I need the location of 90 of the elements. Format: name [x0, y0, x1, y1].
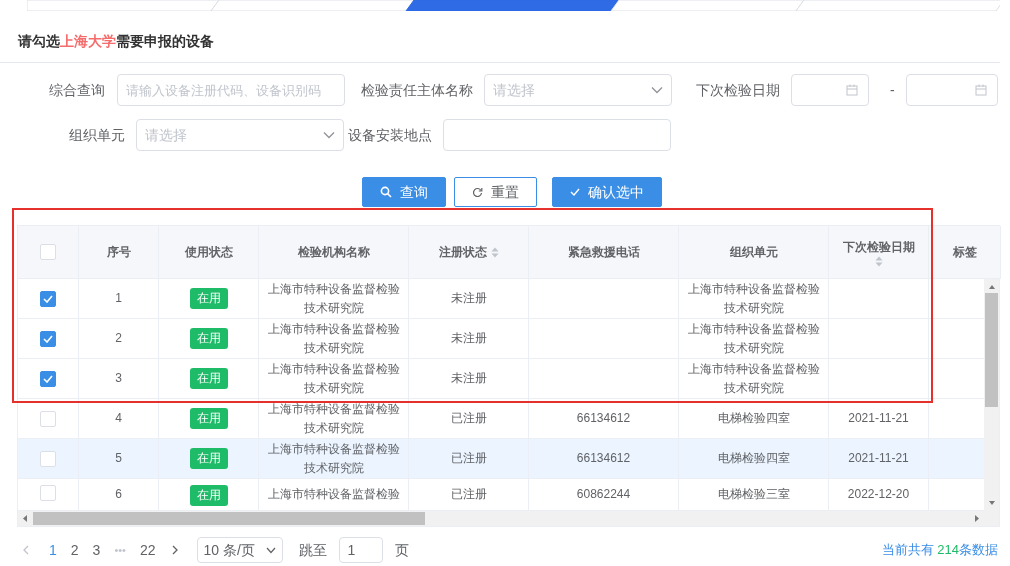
checkbox[interactable]	[40, 370, 56, 387]
table-cell: 上海市特种设备监督检验技术研究院	[259, 319, 409, 359]
chevron-down-icon	[265, 546, 276, 554]
table-cell: 上海市特种设备监督检验技术研究院	[679, 319, 829, 359]
page-number-field[interactable]: 1	[338, 537, 383, 563]
range-separator: -	[890, 80, 895, 100]
table-row[interactable]: 2 在用 上海市特种设备监督检验技术研究院 未注册 上海市特种设备监督检验技术研究院	[18, 319, 985, 359]
scroll-down-icon[interactable]	[987, 499, 996, 507]
table-row[interactable]: 1 在用 上海市特种设备监督检验技术研究院 未注册 上海市特种设备监督检验技术研究院	[18, 279, 985, 319]
table-cell: 未注册	[409, 319, 529, 359]
table-cell: 已注册	[409, 439, 529, 479]
check-icon	[43, 374, 53, 383]
table-cell: 2021-11-21	[829, 439, 929, 479]
column-label: 使用状态	[184, 244, 233, 261]
column-header[interactable]: 注册状态	[409, 226, 529, 279]
check-icon	[43, 334, 53, 343]
status-tag: 在用	[189, 328, 228, 349]
table-cell: 1	[79, 279, 159, 319]
column-label: 序号	[106, 244, 131, 261]
status-tag: 在用	[189, 448, 228, 469]
sort-icon[interactable]	[874, 255, 883, 267]
status-tag: 在用	[189, 485, 228, 506]
column-label: 标签	[952, 244, 977, 261]
field-label: 设备安装地点	[348, 125, 432, 145]
previous-page-icon[interactable]	[22, 545, 30, 555]
page-link[interactable]: 1	[42, 539, 64, 561]
table-row[interactable]: 5 在用 上海市特种设备监督检验技术研究院 已注册 66134612 电梯检验四室 2021-11-21	[18, 439, 985, 479]
confirm-button[interactable]: 确认选中	[552, 177, 662, 207]
table-cell: 电梯检验四室	[679, 439, 829, 479]
column-label: 紧急救援电话	[567, 244, 640, 261]
status-tag: 在用	[189, 288, 228, 309]
column-header[interactable]: 标签	[929, 226, 1001, 279]
column-label: 组织单元	[729, 244, 778, 261]
column-header[interactable]: 组织单元	[679, 226, 829, 279]
date-field[interactable]	[791, 74, 869, 106]
column-label: 检验机构名称	[297, 244, 370, 261]
checkbox[interactable]	[40, 330, 56, 347]
sort-icon[interactable]	[490, 246, 499, 258]
text-field[interactable]: 请输入设备注册代码、设备识别码	[117, 74, 345, 106]
chevron-down-icon	[651, 86, 663, 94]
table-cell: 3	[79, 359, 159, 399]
horizontal-scrollbar[interactable]	[18, 511, 999, 526]
step-segment[interactable]	[405, 0, 620, 11]
table-cell: 66134612	[529, 439, 679, 479]
jump-label: 跳至	[298, 540, 327, 560]
table-cell: 上海市特种设备监督检验技术研究院	[259, 439, 409, 479]
refresh-icon	[472, 186, 483, 198]
table-cell: 未注册	[409, 359, 529, 399]
column-header[interactable]: 使用状态	[159, 226, 259, 279]
field-label: 组织单元	[69, 125, 125, 145]
page-size-select[interactable]: 10 条/页	[196, 537, 283, 563]
check-icon	[43, 294, 53, 303]
calendar-icon	[846, 84, 858, 96]
column-header[interactable]: 检验机构名称	[259, 226, 409, 279]
page-link[interactable]: 22	[132, 539, 163, 561]
checkbox[interactable]	[40, 290, 56, 307]
table-cell: 未注册	[409, 279, 529, 319]
table-cell: 上海市特种设备监督检验技术研究院	[679, 359, 829, 399]
table-cell: 上海市特种设备监督检验技术研究院	[259, 279, 409, 319]
status-tag: 在用	[189, 368, 228, 389]
column-header[interactable]: 下次检验日期	[829, 226, 929, 279]
table-cell: 5	[79, 439, 159, 479]
status-tag: 在用	[189, 408, 228, 429]
column-label: 下次检验日期	[842, 238, 915, 256]
column-header[interactable]: 序号	[79, 226, 159, 279]
vertical-scrollbar[interactable]	[984, 279, 999, 511]
field-label: 下次检验日期	[696, 80, 780, 100]
table-cell: 上海市特种设备监督检验技术研究院	[259, 359, 409, 399]
text-field[interactable]	[443, 119, 671, 151]
check-icon	[570, 188, 580, 196]
total-count-text: 当前共有 214条数据	[881, 541, 998, 560]
search-icon	[380, 186, 392, 198]
page-link[interactable]: 2	[63, 539, 86, 561]
section-title: 请勾选上海大学需要申报的设备	[18, 33, 214, 49]
field-label: 检验责任主体名称	[361, 80, 473, 100]
page-unit-label: 页	[394, 540, 409, 560]
column-label: 注册状态	[438, 244, 487, 261]
field-label: 综合查询	[49, 80, 105, 100]
column-header[interactable]: 紧急救援电话	[529, 226, 679, 279]
chevron-down-icon	[323, 131, 335, 139]
table-row[interactable]: 3 在用 上海市特种设备监督检验技术研究院 未注册 上海市特种设备监督检验技术研究院	[18, 359, 985, 399]
table-cell: 上海市特种设备监督检验技术研究院	[679, 279, 829, 319]
date-field[interactable]	[905, 74, 998, 106]
next-page-icon[interactable]	[170, 545, 179, 555]
page-link[interactable]: 3	[85, 539, 108, 561]
table-cell: 2	[79, 319, 159, 359]
calendar-icon	[974, 84, 987, 96]
reset-button[interactable]: 重置	[454, 177, 537, 207]
search-button[interactable]: 查询	[362, 177, 446, 207]
scroll-up-icon[interactable]	[987, 283, 996, 291]
